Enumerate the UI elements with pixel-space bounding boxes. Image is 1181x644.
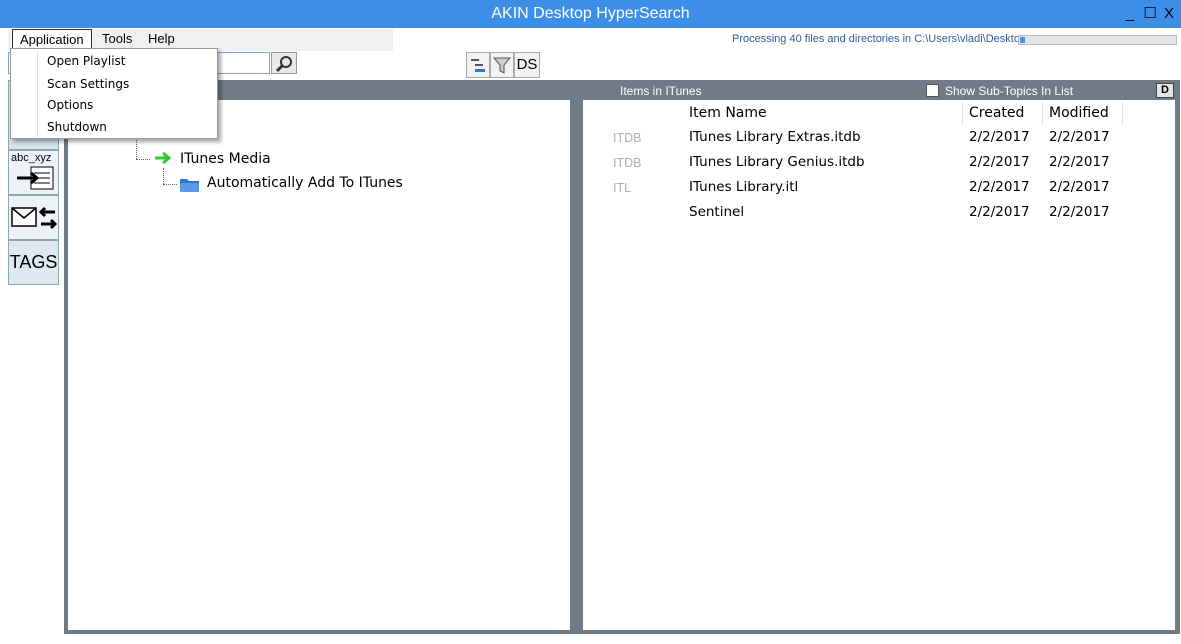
item-modified: 2/2/2017 xyxy=(1049,154,1110,170)
show-subtopics-checkbox[interactable] xyxy=(926,84,939,97)
item-name: ITunes Library Genius.itdb xyxy=(689,154,865,170)
sidebar-tags-button[interactable]: TAGS xyxy=(8,240,59,285)
progress-bar xyxy=(1018,35,1177,45)
menu-item-open-playlist[interactable]: Open Playlist xyxy=(47,54,126,68)
tree-line xyxy=(136,159,150,160)
show-subtopics-label: Show Sub-Topics In List xyxy=(945,84,1074,98)
tree-view-button[interactable] xyxy=(466,52,490,78)
green-arrow-icon xyxy=(155,151,172,165)
item-name: ITunes Library Extras.itdb xyxy=(689,129,861,145)
application-menu-dropdown: Open Playlist Scan Settings Options Shut… xyxy=(10,48,218,139)
column-header-created[interactable]: Created xyxy=(963,102,1043,126)
sidebar-abc-button[interactable]: abc_xyz xyxy=(8,150,59,195)
column-header-name[interactable]: Item Name xyxy=(683,102,963,126)
sidebar-mail-button[interactable] xyxy=(8,195,59,240)
menu-item-options[interactable]: Options xyxy=(47,98,93,112)
file-type: ITL xyxy=(613,181,632,195)
menu-item-scan-settings[interactable]: Scan Settings xyxy=(47,77,129,91)
mail-exchange-icon xyxy=(11,206,57,230)
item-created: 2/2/2017 xyxy=(969,129,1030,145)
item-modified: 2/2/2017 xyxy=(1049,129,1110,145)
item-created: 2/2/2017 xyxy=(969,154,1030,170)
filter-icon xyxy=(492,57,512,74)
tree-panel: ITunes Media Automatically Add To ITunes xyxy=(68,100,570,630)
item-created: 2/2/2017 xyxy=(969,204,1030,220)
title-bar: AKIN Desktop HyperSearch _ ☐ X xyxy=(0,0,1181,28)
tree-view-icon xyxy=(471,59,485,72)
maximize-button[interactable]: ☐ xyxy=(1142,5,1158,23)
magnifier-icon xyxy=(275,56,292,73)
ds-button[interactable]: DS xyxy=(514,52,540,78)
file-type: ITDB xyxy=(613,131,642,145)
tree-line xyxy=(136,140,137,159)
tree-line xyxy=(163,168,164,184)
tree-item-itunes-media[interactable]: ITunes Media xyxy=(180,151,271,167)
abc-label: abc_xyz xyxy=(11,152,52,164)
item-created: 2/2/2017 xyxy=(969,179,1030,195)
status-text: Processing 40 files and directories in C… xyxy=(732,33,1027,45)
item-modified: 2/2/2017 xyxy=(1049,179,1110,195)
progress-fill xyxy=(1020,37,1025,43)
menu-item-shutdown[interactable]: Shutdown xyxy=(47,120,107,134)
item-name: ITunes Library.itl xyxy=(689,179,799,195)
tree-item-auto-add[interactable]: Automatically Add To ITunes xyxy=(207,175,403,191)
tree-line xyxy=(163,184,177,185)
column-header-modified[interactable]: Modified xyxy=(1043,102,1123,126)
folder-icon xyxy=(180,179,199,192)
right-panel-header: Items in ITunes xyxy=(620,84,702,98)
minimize-button[interactable]: _ xyxy=(1122,5,1138,23)
search-button[interactable] xyxy=(271,52,297,74)
d-button[interactable]: D xyxy=(1156,83,1174,98)
window-title: AKIN Desktop HyperSearch xyxy=(491,5,690,22)
filter-button[interactable] xyxy=(490,52,514,78)
file-type: ITDB xyxy=(613,156,642,170)
menu-separator xyxy=(37,51,38,137)
close-button[interactable]: X xyxy=(1161,5,1177,23)
item-modified: 2/2/2017 xyxy=(1049,204,1110,220)
text-list-icon xyxy=(17,166,54,190)
item-name: Sentinel xyxy=(689,204,745,220)
